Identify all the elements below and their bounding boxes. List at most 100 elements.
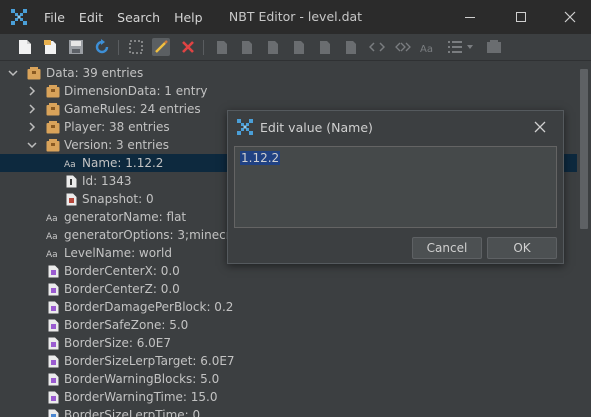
tree-row[interactable]: DimensionData: 1 entry	[0, 82, 577, 100]
chevron-right-icon[interactable]	[27, 86, 37, 96]
tree-row[interactable]: BorderWarningBlocks: 5.0	[0, 370, 577, 388]
menu-file[interactable]: File	[44, 10, 65, 25]
double-tag-icon	[46, 318, 60, 332]
maximize-icon[interactable]	[503, 0, 539, 34]
tree-row-label: BorderWarningBlocks: 5.0	[64, 372, 220, 386]
refresh-icon[interactable]	[93, 38, 111, 56]
string-tag-icon: Aa	[64, 156, 78, 170]
int-array-icon[interactable]	[394, 38, 412, 56]
open-folder-icon[interactable]	[42, 38, 60, 56]
tree-row-label: Version: 3 entries	[64, 138, 170, 152]
cancel-button[interactable]: Cancel	[412, 237, 482, 259]
tree-row-label: BorderCenterZ: 0.0	[64, 282, 180, 296]
compound-tag-icon	[27, 66, 41, 80]
tree-row-label: LevelName: world	[64, 246, 172, 260]
tree-row-label: Data: 39 entries	[46, 66, 144, 80]
minimize-icon[interactable]	[452, 0, 488, 34]
scrollbar-thumb[interactable]	[580, 69, 588, 229]
short-tag-icon[interactable]	[238, 38, 256, 56]
close-icon[interactable]	[552, 0, 588, 34]
tree-row-label: BorderSize: 6.0E7	[64, 336, 172, 350]
tree-row-label: BorderWarningTime: 15.0	[64, 390, 218, 404]
delete-icon[interactable]	[179, 38, 197, 56]
tree-row-label: Name: 1.12.2	[82, 156, 164, 170]
svg-text:Aa: Aa	[46, 214, 58, 223]
tree-row-label: BorderDamagePerBlock: 0.2	[64, 300, 234, 314]
double-tag-icon	[46, 336, 60, 350]
chevron-down-icon[interactable]	[464, 38, 476, 56]
menu-edit[interactable]: Edit	[79, 10, 103, 25]
svg-text:Aa: Aa	[46, 232, 58, 241]
byte-array-icon[interactable]	[368, 38, 386, 56]
tree-row-label: generatorOptions: 3;minecraft:	[64, 228, 251, 242]
double-tag-icon	[46, 354, 60, 368]
int-tag-icon[interactable]	[264, 38, 282, 56]
compound-tag-icon[interactable]	[485, 38, 503, 56]
svg-text:Aa: Aa	[420, 44, 433, 53]
tree-row-label: DimensionData: 1 entry	[64, 84, 208, 98]
tree-row[interactable]: BorderSafeZone: 5.0	[0, 316, 577, 334]
vertical-scrollbar[interactable]	[577, 61, 591, 417]
tree-row-label: BorderSafeZone: 5.0	[64, 318, 189, 332]
tree-row[interactable]: BorderSizeLerpTarget: 6.0E7	[0, 352, 577, 370]
dialog-close-icon[interactable]	[530, 117, 550, 137]
int-tag-icon	[64, 174, 78, 188]
tree-row[interactable]: BorderSize: 6.0E7	[0, 334, 577, 352]
long-tag-icon	[46, 408, 60, 417]
compound-tag-icon	[46, 138, 60, 152]
menu-help[interactable]: Help	[174, 10, 203, 25]
tree-row[interactable]: BorderWarningTime: 15.0	[0, 388, 577, 406]
svg-text:Aa: Aa	[64, 160, 76, 169]
select-icon[interactable]	[127, 38, 145, 56]
menu-bar: File Edit Search Help	[44, 0, 217, 34]
tree-row-label: BorderSizeLerpTarget: 6.0E7	[64, 354, 235, 368]
chevron-right-icon[interactable]	[27, 122, 37, 132]
double-tag-icon	[46, 372, 60, 386]
tree-row[interactable]: BorderSizeLerpTime: 0	[0, 406, 577, 417]
chevron-down-icon[interactable]	[8, 68, 18, 78]
tree-row-label: Id: 1343	[82, 174, 132, 188]
value-text: 1.12.2	[240, 151, 281, 165]
app-logo-icon	[10, 8, 28, 26]
string-tag-icon: Aa	[46, 210, 60, 224]
tree-row[interactable]: BorderDamagePerBlock: 0.2	[0, 298, 577, 316]
byte-tag-icon	[64, 192, 78, 206]
toolbar: Aa	[0, 34, 591, 61]
long-tag-icon[interactable]	[290, 38, 308, 56]
tree-row-label: generatorName: flat	[64, 210, 187, 224]
double-tag-icon	[46, 264, 60, 278]
chevron-down-icon[interactable]	[27, 140, 37, 150]
float-tag-icon[interactable]	[316, 38, 334, 56]
tree-row-label: Player: 38 entries	[64, 120, 170, 134]
edit-icon[interactable]	[152, 38, 170, 56]
byte-tag-icon[interactable]	[213, 38, 231, 56]
toolbar-separator	[118, 40, 119, 55]
double-tag-icon	[46, 282, 60, 296]
ok-button[interactable]: OK	[487, 237, 557, 259]
tree-row[interactable]: BorderCenterZ: 0.0	[0, 280, 577, 298]
double-tag-icon	[46, 390, 60, 404]
string-tag-icon: Aa	[46, 246, 60, 260]
tree-row-label: BorderSizeLerpTime: 0	[64, 408, 201, 417]
compound-tag-icon	[46, 84, 60, 98]
list-tag-icon[interactable]	[446, 38, 464, 56]
dialog-title: Edit value (Name)	[260, 120, 373, 135]
save-icon[interactable]	[67, 38, 85, 56]
tree-row[interactable]: BorderCenterX: 0.0	[0, 262, 577, 280]
chevron-right-icon[interactable]	[27, 104, 37, 114]
compound-tag-icon	[46, 120, 60, 134]
menu-search[interactable]: Search	[117, 10, 160, 25]
tree-row-label: GameRules: 24 entries	[64, 102, 201, 116]
tree-row[interactable]: Data: 39 entries	[0, 64, 577, 82]
compound-tag-icon	[46, 102, 60, 116]
tree-row-label: BorderCenterX: 0.0	[64, 264, 180, 278]
toolbar-separator	[203, 40, 204, 55]
svg-text:Aa: Aa	[46, 250, 58, 259]
string-tag-icon[interactable]: Aa	[420, 38, 438, 56]
value-textarea[interactable]: 1.12.2	[234, 146, 557, 228]
edit-value-dialog: Edit value (Name) 1.12.2 Cancel OK	[227, 110, 564, 264]
double-tag-icon[interactable]	[342, 38, 360, 56]
string-tag-icon: Aa	[46, 228, 60, 242]
title-bar: File Edit Search Help NBT Editor - level…	[0, 0, 591, 34]
new-file-icon[interactable]	[16, 38, 34, 56]
